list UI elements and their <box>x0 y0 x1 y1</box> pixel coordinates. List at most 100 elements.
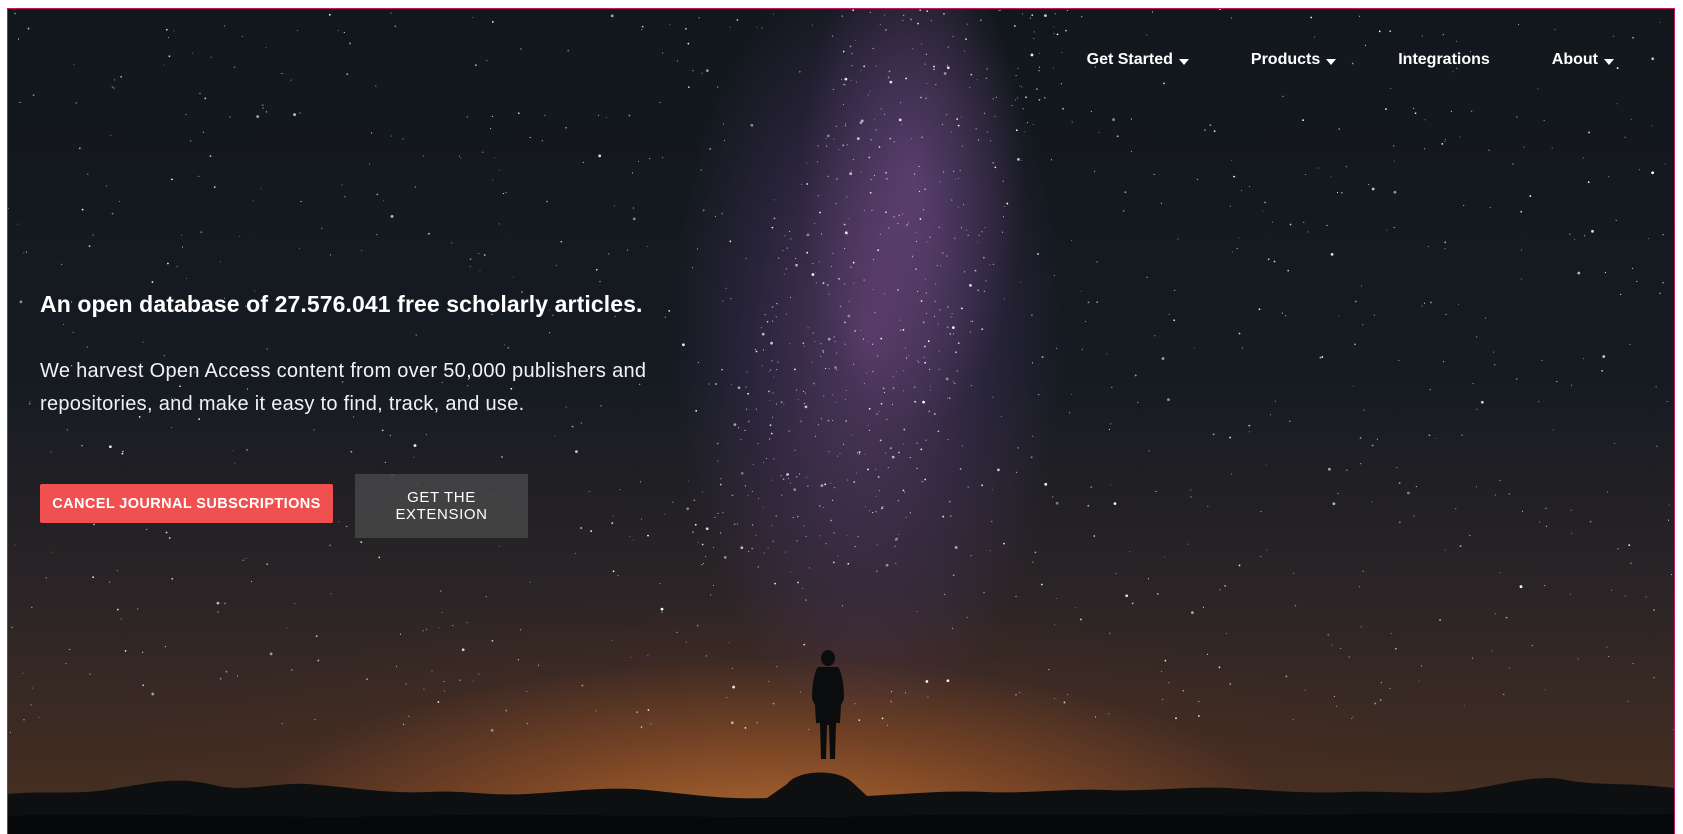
star <box>290 669 293 671</box>
star <box>1015 595 1017 597</box>
star <box>383 200 385 202</box>
star <box>948 397 951 400</box>
star <box>574 552 576 555</box>
star <box>413 444 417 447</box>
star <box>775 403 778 405</box>
star <box>844 399 847 401</box>
star <box>38 716 40 718</box>
star <box>880 337 883 340</box>
nav-about[interactable]: About <box>1552 51 1614 69</box>
star <box>773 458 775 460</box>
star <box>469 258 472 261</box>
star <box>1271 221 1273 223</box>
star <box>422 630 424 632</box>
star <box>863 65 866 68</box>
star <box>920 96 922 99</box>
star <box>213 186 216 188</box>
star <box>846 144 848 146</box>
star <box>925 312 927 314</box>
star <box>1248 424 1251 427</box>
star <box>1489 207 1491 209</box>
star <box>490 127 492 130</box>
star <box>1168 682 1170 684</box>
nav-integrations[interactable]: Integrations <box>1398 51 1490 69</box>
star <box>1450 110 1452 112</box>
star <box>167 37 169 39</box>
star <box>804 392 806 394</box>
nav-get-started[interactable]: Get Started <box>1087 51 1189 69</box>
star <box>225 670 228 673</box>
star <box>909 457 911 459</box>
star <box>729 26 731 28</box>
star <box>731 494 734 497</box>
star <box>1190 489 1192 491</box>
star <box>1182 689 1185 692</box>
star <box>796 389 798 391</box>
star <box>803 643 806 646</box>
star <box>1106 353 1108 355</box>
star <box>897 534 900 536</box>
star <box>806 251 809 254</box>
star <box>762 506 764 508</box>
star <box>844 283 846 285</box>
star <box>918 190 921 193</box>
star <box>819 211 821 214</box>
star <box>1155 490 1157 492</box>
nav-products-label: Products <box>1250 51 1321 68</box>
star <box>899 319 901 321</box>
star <box>814 223 816 225</box>
star <box>919 218 922 220</box>
star <box>262 107 264 109</box>
star <box>173 30 175 32</box>
star <box>1443 361 1445 363</box>
star <box>721 368 723 371</box>
star <box>904 491 906 493</box>
star <box>1363 409 1365 411</box>
star <box>983 290 985 292</box>
star <box>786 247 788 249</box>
star <box>959 170 961 172</box>
star <box>461 648 465 652</box>
star <box>337 30 339 32</box>
star <box>895 562 897 564</box>
star <box>329 544 332 547</box>
get-extension-button[interactable]: GET THE EXTENSION <box>355 474 528 538</box>
star <box>1229 436 1232 439</box>
star <box>1340 647 1342 649</box>
star <box>202 131 204 133</box>
star <box>730 384 732 386</box>
star <box>142 651 144 653</box>
star <box>1601 369 1604 372</box>
star <box>916 611 918 613</box>
cancel-subscriptions-button[interactable]: CANCEL JOURNAL SUBSCRIPTIONS <box>40 484 333 523</box>
star <box>881 717 884 720</box>
star <box>734 523 736 525</box>
star <box>763 462 765 464</box>
star <box>641 25 644 28</box>
star <box>1570 532 1573 534</box>
star <box>19 300 23 304</box>
nav-products[interactable]: Products <box>1250 51 1337 69</box>
star <box>1038 394 1040 396</box>
star <box>946 66 950 70</box>
star <box>78 147 81 150</box>
star <box>771 479 773 481</box>
star <box>880 402 883 405</box>
star <box>1444 241 1447 244</box>
star <box>921 136 923 139</box>
star <box>820 343 822 345</box>
star <box>912 255 914 257</box>
star <box>908 354 910 357</box>
star <box>1373 314 1375 316</box>
star <box>181 246 184 248</box>
star <box>1336 705 1338 707</box>
star <box>390 12 392 14</box>
star <box>1273 260 1276 263</box>
star <box>1331 644 1333 646</box>
star <box>164 646 166 648</box>
star <box>1508 667 1510 669</box>
star <box>822 349 824 352</box>
star <box>544 114 546 116</box>
star <box>898 451 900 454</box>
star <box>771 320 774 322</box>
